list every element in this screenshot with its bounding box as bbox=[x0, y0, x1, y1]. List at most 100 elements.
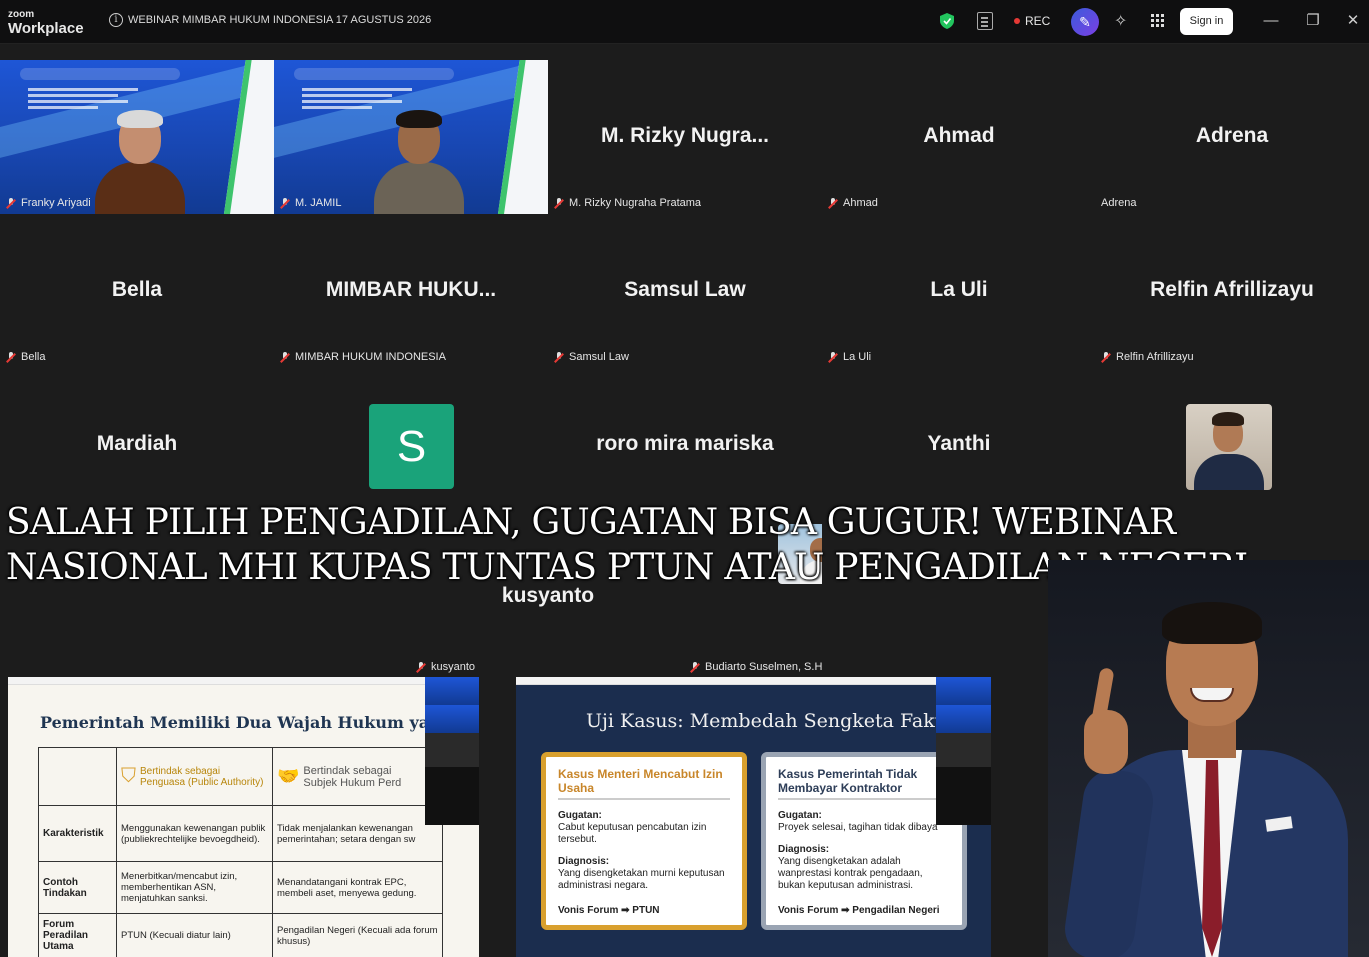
gugatan-text: Proyek selesai, tagihan tidak dibaya bbox=[778, 822, 938, 833]
participant-tile[interactable]: MIMBAR HUKU... MIMBAR HUKUM INDONESIA bbox=[274, 214, 548, 368]
diagnosis-label: Diagnosis: bbox=[558, 856, 610, 867]
participant-display-name: M. Rizky Nugra... bbox=[600, 124, 770, 147]
thumbnail bbox=[936, 733, 991, 767]
table-corner bbox=[38, 747, 117, 806]
letter-avatar: S bbox=[369, 404, 454, 489]
participant-tile-jamil[interactable]: M. JAMIL bbox=[274, 60, 548, 214]
participant-tile[interactable] bbox=[1095, 368, 1369, 522]
participant-tile[interactable]: Relfin Afrillizayu Relfin Afrillizayu bbox=[1095, 214, 1369, 368]
thumbnail bbox=[425, 733, 479, 767]
case-card: Kasus Menteri Mencabut Izin Usaha Gugata… bbox=[541, 752, 747, 930]
participant-name-label: M. Rizky Nugraha Pratama bbox=[552, 196, 705, 210]
participant-name-label: MIMBAR HUKUM INDONESIA bbox=[278, 350, 450, 364]
slide-title: Pemerintah Memiliki Dua Wajah Hukum yang… bbox=[40, 713, 479, 732]
verdict-text: Vonis Forum ➡ Pengadilan Negeri bbox=[778, 905, 940, 916]
logo-line1: zoom bbox=[8, 9, 35, 20]
thumbnail bbox=[425, 677, 479, 705]
table-row: Karakteristik Menggunakan kewenangan pub… bbox=[38, 805, 443, 862]
gugatan-label: Gugatan: bbox=[558, 810, 602, 821]
gugatan-text: Cabut keputusan pencabutan izin tersebut… bbox=[558, 822, 707, 845]
thumbnail bbox=[936, 767, 991, 825]
participant-name-label: Relfin Afrillizayu bbox=[1099, 350, 1198, 364]
recording-indicator[interactable]: REC bbox=[1014, 14, 1050, 28]
ai-companion-icon[interactable]: ✎ bbox=[1071, 8, 1099, 36]
mic-muted-icon bbox=[690, 661, 700, 673]
participant-name-label: kusyanto bbox=[414, 660, 479, 674]
participant-tile[interactable]: roro mira mariska bbox=[548, 368, 822, 522]
sparkle-icon[interactable]: ✧ bbox=[1114, 11, 1127, 31]
slide-screenshot-left: Pemerintah Memiliki Dua Wajah Hukum yang… bbox=[8, 677, 479, 957]
participant-tile-franky[interactable]: Franky Ariyadi bbox=[0, 60, 274, 214]
participant-display-name: Yanthi bbox=[927, 432, 991, 455]
news-headline: SALAH PILIH PENGADILAN, GUGATAN BISA GUG… bbox=[6, 500, 1248, 590]
slide-window-bar bbox=[8, 677, 479, 685]
slide-screenshot-right: Uji Kasus: Membedah Sengketa Faktual Kas… bbox=[516, 677, 991, 957]
participant-name-label: Budiarto Suselmen, S.H., CMLC./SWP PT/ B… bbox=[688, 660, 822, 674]
mic-muted-icon bbox=[6, 351, 16, 363]
zoom-logo: zoom Workplace bbox=[8, 9, 84, 37]
participant-tile[interactable]: Samsul Law Samsul Law bbox=[548, 214, 822, 368]
thumbnail bbox=[936, 705, 991, 733]
participant-tile[interactable]: Bella Bella bbox=[0, 214, 274, 368]
participant-tile[interactable]: S bbox=[274, 368, 548, 522]
mic-muted-icon bbox=[280, 197, 290, 209]
participant-display-name: La Uli bbox=[930, 278, 988, 301]
participant-display-name: Relfin Afrillizayu bbox=[1150, 278, 1314, 301]
participant-display-name: Samsul Law bbox=[624, 278, 746, 301]
mic-muted-icon bbox=[828, 351, 838, 363]
rec-dot-icon bbox=[1014, 17, 1020, 24]
participant-tile[interactable]: La Uli La Uli bbox=[822, 214, 1096, 368]
info-icon[interactable]: i bbox=[109, 13, 123, 27]
thumbnail bbox=[425, 767, 479, 825]
headline-line2: NASIONAL MHI KUPAS TUNTAS PTUN ATAU PENG… bbox=[6, 547, 1248, 588]
gugatan-label: Gugatan: bbox=[778, 810, 822, 821]
logo-line2: Workplace bbox=[8, 20, 84, 37]
security-shield-icon[interactable] bbox=[940, 13, 954, 29]
participant-display-name: Bella bbox=[111, 278, 163, 301]
participant-tile[interactable]: M. Rizky Nugra... M. Rizky Nugraha Prata… bbox=[548, 60, 822, 214]
slide-window-bar bbox=[516, 677, 991, 685]
close-icon[interactable]: ✕ bbox=[1345, 12, 1361, 30]
participant-display-name: roro mira mariska bbox=[596, 432, 774, 455]
mic-muted-icon bbox=[1101, 351, 1111, 363]
mic-muted-icon bbox=[554, 197, 564, 209]
avatar bbox=[1186, 404, 1272, 490]
participant-name-label: La Uli bbox=[826, 350, 875, 364]
minimize-icon[interactable]: — bbox=[1263, 12, 1279, 30]
apps-grid-icon[interactable] bbox=[1151, 14, 1164, 27]
shield-icon: ⛉ bbox=[121, 765, 136, 787]
mic-muted-icon bbox=[280, 351, 290, 363]
participant-tile[interactable]: Mardiah bbox=[0, 368, 274, 522]
mic-muted-icon bbox=[554, 351, 564, 363]
restore-icon[interactable]: ❐ bbox=[1305, 12, 1321, 30]
participant-name-label: Adrena bbox=[1101, 197, 1137, 209]
mic-muted-icon bbox=[828, 197, 838, 209]
participant-video bbox=[374, 108, 464, 214]
participant-name-label: Bella bbox=[4, 350, 49, 364]
participant-name-label: M. JAMIL bbox=[278, 196, 345, 210]
sign-in-button[interactable]: Sign in bbox=[1180, 8, 1233, 35]
participant-tile[interactable]: Yanthi bbox=[822, 368, 1096, 522]
mic-muted-icon bbox=[6, 197, 16, 209]
participant-tile[interactable]: Adrena Adrena bbox=[1095, 60, 1369, 214]
case-title: Kasus Pemerintah Tidak Membayar Kontrakt… bbox=[778, 767, 950, 800]
participant-display-name: Ahmad bbox=[923, 124, 995, 147]
zoom-meeting-window: zoom Workplace i WEBINAR MIMBAR HUKUM IN… bbox=[0, 0, 1369, 957]
rec-label: REC bbox=[1025, 14, 1051, 28]
notes-icon[interactable] bbox=[977, 12, 993, 30]
participant-name-label: Ahmad bbox=[826, 196, 882, 210]
verdict-text: Vonis Forum ➡ PTUN bbox=[558, 905, 660, 916]
presenter-photo bbox=[1048, 560, 1369, 957]
table-header-cell: 🤝 Bertindak sebagai Subjek Hukum Perd bbox=[272, 747, 443, 806]
participant-display-name: MIMBAR HUKU... bbox=[325, 278, 497, 301]
slide-title: Uji Kasus: Membedah Sengketa Faktual bbox=[586, 710, 973, 732]
mic-muted-icon bbox=[416, 661, 426, 673]
participant-name-label: Samsul Law bbox=[552, 350, 633, 364]
headline-line1: SALAH PILIH PENGADILAN, GUGATAN BISA GUG… bbox=[6, 502, 1176, 543]
participant-tile[interactable]: Ahmad Ahmad bbox=[822, 60, 1096, 214]
handshake-icon: 🤝 bbox=[277, 766, 300, 786]
thumbnail bbox=[425, 705, 479, 733]
case-title: Kasus Menteri Mencabut Izin Usaha bbox=[558, 767, 730, 800]
diagnosis-label: Diagnosis: bbox=[778, 844, 830, 855]
participant-name-label: Franky Ariyadi bbox=[4, 196, 95, 210]
